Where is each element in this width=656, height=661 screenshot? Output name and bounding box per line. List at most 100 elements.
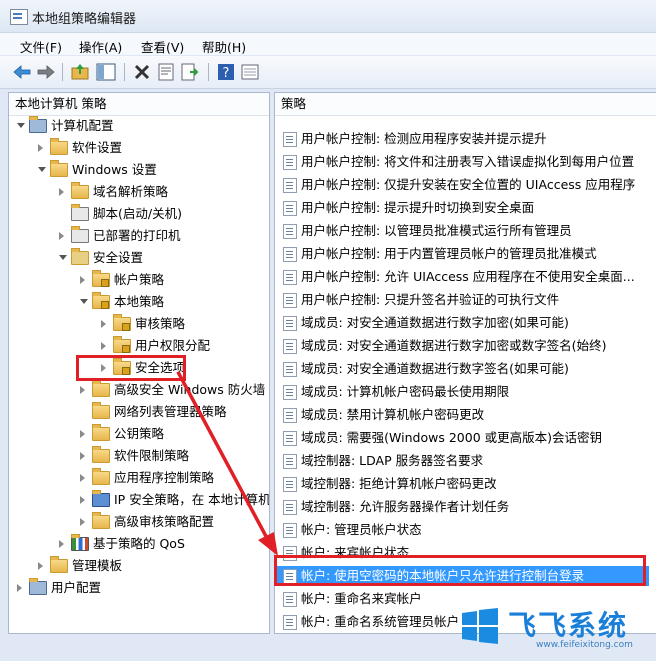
windows-logo-icon [462,608,498,644]
policy-label: 用户帐户控制: 仅提升安装在安全位置的 UIAccess 应用程序 [301,177,636,192]
policy-row[interactable]: 用户帐户控制: 用于内置管理员帐户的管理员批准模式 [275,244,656,264]
export-list-icon[interactable] [180,62,200,82]
watermark-url: www.feifeixitong.com [536,640,633,650]
tree-item-label: IP 安全策略，在 本地计算机 [114,492,270,507]
policy-row[interactable]: 域成员: 禁用计算机帐户密码更改 [275,405,656,425]
tree-item-label: 软件限制策略 [114,448,190,463]
policy-row[interactable]: 用户帐户控制: 将文件和注册表写入错误虚拟化到每用户位置 [275,152,656,172]
expand-triangle-icon[interactable] [80,518,85,526]
policy-label: 用户帐户控制: 将文件和注册表写入错误虚拟化到每用户位置 [301,154,635,169]
policy-label: 用户帐户控制: 提示提升时切换到安全桌面 [301,200,535,215]
tree-item-label: 网络列表管理器策略 [114,404,227,419]
menu-file[interactable]: 文件(F) [20,37,62,56]
gpedit-app-icon [10,9,28,25]
policy-row[interactable]: 域成员: 对安全通道数据进行数字签名(如果可能) [275,359,656,379]
expand-triangle-icon[interactable] [80,496,85,504]
policy-setting-icon [283,362,297,377]
computer-icon [29,116,47,133]
expand-triangle-icon[interactable] [80,430,85,438]
expand-triangle-icon[interactable] [38,562,43,570]
tree-item-label: 用户权限分配 [135,338,211,353]
expand-triangle-icon[interactable] [101,342,106,350]
folder-icon [50,160,68,177]
policy-setting-icon [283,454,297,469]
policy-label: 域成员: 对安全通道数据进行数字签名(如果可能) [301,361,569,376]
expand-triangle-icon[interactable] [59,188,64,196]
forward-arrow-icon[interactable] [36,62,56,82]
tree-item-label: 帐户策略 [114,272,165,287]
policy-setting-icon [283,155,297,170]
policy-row[interactable]: 用户帐户控制: 提示提升时切换到安全桌面 [275,198,656,218]
tree-item-label: 安全设置 [93,250,144,265]
tree-root[interactable]: 本地计算机 策略 [9,93,269,116]
tree-item-label: 基于策略的 QoS [93,536,185,551]
delete-icon[interactable] [132,62,152,82]
expand-triangle-icon[interactable] [38,144,43,152]
policy-row[interactable]: 域成员: 对安全通道数据进行数字加密或数字签名(始终) [275,336,656,356]
expand-triangle-icon[interactable] [80,452,85,460]
policy-row[interactable]: 域控制器: LDAP 服务器签名要求 [275,451,656,471]
policy-row[interactable]: 用户帐户控制: 只提升签名并验证的可执行文件 [275,290,656,310]
collapse-triangle-icon[interactable] [38,167,46,172]
help-icon[interactable]: ? [216,62,236,82]
menu-action[interactable]: 操作(A) [79,37,122,56]
policy-label: 域成员: 对安全通道数据进行数字加密或数字签名(始终) [301,338,607,353]
folder-lock-icon [92,270,110,287]
policy-row[interactable]: 域成员: 计算机帐户密码最长使用期限 [275,382,656,402]
policy-row[interactable]: 用户帐户控制: 检测应用程序安装并提示提升 [275,129,656,149]
policy-setting-icon [283,132,297,147]
policy-setting-icon [283,523,297,538]
policy-setting-icon [283,316,297,331]
policy-row[interactable]: 域控制器: 拒绝计算机帐户密码更改 [275,474,656,494]
expand-triangle-icon[interactable] [80,276,85,284]
title-bar: 本地组策略编辑器 [0,0,656,33]
expand-triangle-icon[interactable] [17,584,22,592]
policy-row[interactable]: 域控制器: 允许服务器操作者计划任务 [275,497,656,517]
policy-row[interactable]: 域成员: 需要强(Windows 2000 或更高版本)会话密钥 [275,428,656,448]
policy-list-pane[interactable]: 策略 用户帐户控制: 检测应用程序安装并提示提升用户帐户控制: 将文件和注册表写… [274,92,656,634]
policy-setting-icon [283,224,297,239]
policy-label: 帐户: 管理员帐户状态 [301,522,422,537]
expand-triangle-icon[interactable] [80,474,85,482]
policy-row[interactable]: 用户帐户控制: 仅提升安装在安全位置的 UIAccess 应用程序 [275,175,656,195]
tree-item-label: 软件设置 [72,140,123,155]
policy-setting-icon [283,431,297,446]
show-hide-tree-icon[interactable] [96,62,116,82]
filter-options-icon[interactable] [240,62,260,82]
tree-item-label: 公钥策略 [114,426,165,441]
expand-triangle-icon[interactable] [101,320,106,328]
folder-icon [92,446,110,463]
policy-row[interactable]: 用户帐户控制: 允许 UIAccess 应用程序在不使用安全桌面... [275,267,656,287]
properties-icon[interactable] [156,62,176,82]
tree-item-label: 管理模板 [72,558,123,573]
up-folder-icon[interactable] [70,62,90,82]
shield-icon [71,248,89,265]
folder-icon [92,468,110,485]
tree-item-label: 高级安全 Windows 防火墙 [114,382,266,397]
policy-row[interactable]: 帐户: 管理员帐户状态 [275,520,656,540]
menu-view[interactable]: 查看(V) [141,37,184,56]
collapse-triangle-icon[interactable] [80,299,88,304]
policy-setting-icon [283,615,297,630]
menu-help[interactable]: 帮助(H) [202,37,246,56]
policy-setting-icon [283,339,297,354]
policy-label: 域控制器: LDAP 服务器签名要求 [301,453,484,468]
expand-triangle-icon[interactable] [59,540,64,548]
script-icon [71,204,89,221]
svg-text:?: ? [223,66,230,81]
folder-icon [92,380,110,397]
expand-triangle-icon[interactable] [59,232,64,240]
policy-column-header[interactable]: 策略 [275,93,656,116]
watermark: 飞飞系统 www.feifeixitong.com [450,594,656,661]
policy-row[interactable]: 用户帐户控制: 以管理员批准模式运行所有管理员 [275,221,656,241]
folder-icon [92,424,110,441]
policy-row[interactable]: 域成员: 对安全通道数据进行数字加密(如果可能) [275,313,656,333]
collapse-triangle-icon[interactable] [17,123,25,128]
policy-setting-icon [283,293,297,308]
folder-icon [50,138,68,155]
policy-setting-icon [283,592,297,607]
policy-label: 域控制器: 拒绝计算机帐户密码更改 [301,476,497,491]
back-arrow-icon[interactable] [12,62,32,82]
collapse-triangle-icon[interactable] [59,255,67,260]
expand-triangle-icon[interactable] [80,386,85,394]
